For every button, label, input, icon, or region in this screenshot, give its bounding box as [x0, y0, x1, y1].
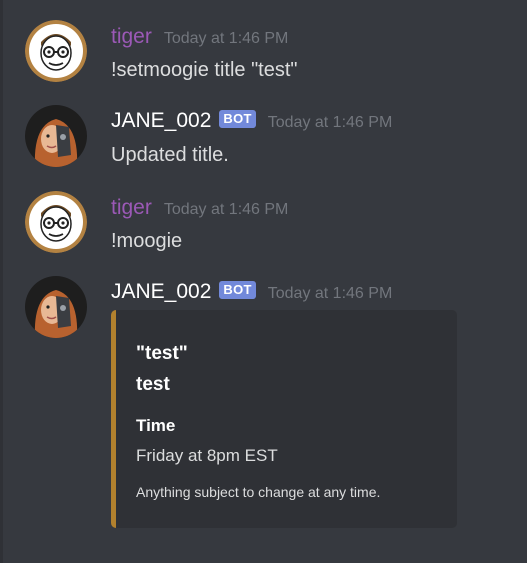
embed-field-value: Friday at 8pm EST [136, 446, 278, 465]
username-tiger[interactable]: tiger [111, 24, 152, 50]
jane-avatar-icon[interactable] [25, 276, 87, 338]
tiger-avatar-icon[interactable] [25, 20, 87, 82]
username-jane[interactable]: JANE_002 [111, 279, 211, 305]
message-header: JANE_002 BOT Today at 1:46 PM [111, 279, 392, 305]
timestamp: Today at 1:46 PM [163, 30, 289, 47]
tiger-avatar-icon[interactable] [25, 191, 87, 253]
message-text: Updated title. [111, 144, 229, 166]
message-text: !moogie [111, 230, 183, 252]
timestamp: Today at 1:46 PM [267, 114, 393, 131]
embed-author: "test" [136, 343, 188, 364]
message-header: tiger Today at 1:46 PM [111, 195, 288, 221]
rich-embed: "test" test Time Friday at 8pm EST Anyth… [111, 310, 457, 528]
username-jane[interactable]: JANE_002 [111, 108, 211, 134]
channel-edge [0, 0, 3, 563]
embed-title: test [136, 374, 170, 395]
embed-footer: Anything subject to change at any time. [136, 484, 381, 500]
jane-avatar-icon[interactable] [25, 105, 87, 167]
username-tiger[interactable]: tiger [111, 195, 152, 221]
bot-tag: BOT [219, 281, 256, 299]
timestamp: Today at 1:46 PM [163, 201, 289, 218]
bot-tag: BOT [219, 110, 256, 128]
message-text: !setmoogie title "test" [111, 59, 298, 81]
timestamp: Today at 1:46 PM [267, 285, 393, 302]
embed-field-name: Time [136, 416, 176, 435]
message-header: JANE_002 BOT Today at 1:46 PM [111, 108, 392, 134]
message-header: tiger Today at 1:46 PM [111, 24, 288, 50]
